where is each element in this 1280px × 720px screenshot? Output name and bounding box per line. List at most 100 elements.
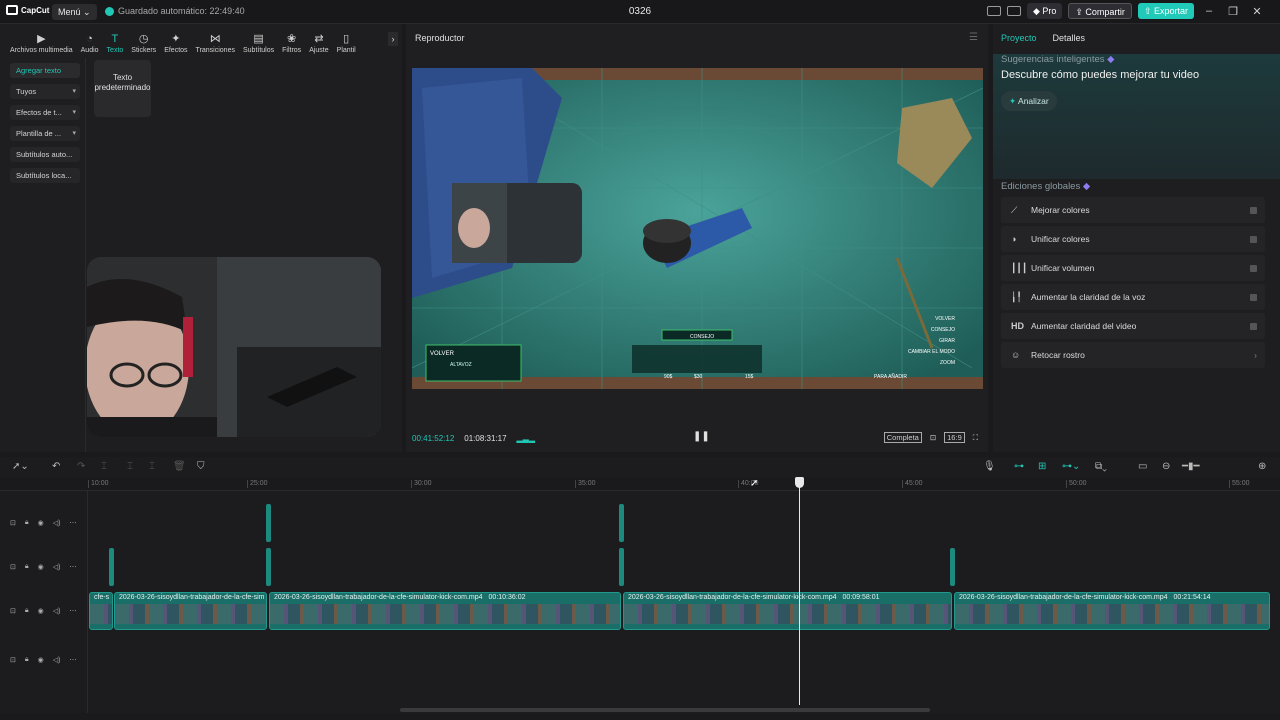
more-icon[interactable]: ⋯ (69, 519, 76, 527)
minimize-icon[interactable]: – (1200, 5, 1218, 17)
delete-icon[interactable]: 🗑 (173, 457, 186, 477)
speaker-icon[interactable]: ◁) (53, 519, 61, 527)
close-icon[interactable]: ✕ (1248, 5, 1266, 18)
marker-icon[interactable]: ⛉ (197, 457, 205, 477)
tool-subtitles[interactable]: ▤ Subtítulos (239, 26, 278, 54)
eye-icon[interactable]: ◉ (38, 607, 44, 615)
export-button[interactable]: ⇧ Exportar (1137, 3, 1194, 19)
nav-add-text[interactable]: Agregar texto (10, 63, 80, 78)
lock-icon[interactable]: 🔒︎ (25, 656, 29, 664)
unify-colors-item[interactable]: ◑ Unificar colores (1001, 226, 1265, 252)
overlay-segment[interactable] (619, 548, 624, 586)
tool-stickers[interactable]: ◷ Stickers (127, 26, 160, 54)
overlay-segment[interactable] (266, 504, 271, 542)
tool-templates[interactable]: ▯ Plantil (333, 26, 360, 54)
select-tool-icon[interactable]: ➚⌄ (12, 457, 29, 477)
zoom-slider[interactable]: ━▮━ (1182, 457, 1200, 477)
restore-icon[interactable]: ❐ (1224, 5, 1242, 18)
fit-icon[interactable]: ⊡ (930, 433, 936, 442)
tab-details[interactable]: Detalles (1053, 33, 1086, 43)
playhead-handle[interactable] (795, 477, 804, 488)
speaker-icon[interactable]: ◁) (53, 656, 61, 664)
eye-icon[interactable]: ◉ (38, 519, 44, 527)
lock-icon[interactable]: 🔒︎ (25, 563, 29, 571)
more-icon[interactable]: ⋯ (69, 563, 76, 571)
undo-icon[interactable]: ↶ (52, 457, 60, 477)
game-frame: VOLVER ALTAVOZ CONSEJO 90$ $30 15$ VOLVE… (412, 68, 983, 389)
speaker-icon[interactable]: ◁) (53, 563, 61, 571)
shortcuts-icon[interactable] (1006, 6, 1021, 16)
nav-local-subtitles[interactable]: Subtítulos loca... (10, 168, 80, 183)
share-button[interactable]: ⇪ Compartir (1068, 3, 1132, 19)
split-right-icon[interactable]: ⌶ (149, 457, 155, 477)
timeline-scrollbar[interactable] (400, 708, 930, 712)
ratio-button[interactable]: 16:9 (944, 432, 965, 443)
lock-icon[interactable]: 🔒︎ (25, 519, 29, 527)
playhead[interactable] (799, 477, 800, 705)
fullscreen-icon[interactable]: ⛶ (973, 433, 978, 443)
overlay-segment[interactable] (266, 548, 271, 586)
speaker-icon[interactable]: ◁) (53, 607, 61, 615)
magnet-icon[interactable]: ⊞ (1038, 457, 1046, 477)
zoom-in-icon[interactable]: ⊕ (1258, 457, 1266, 477)
enhance-colors-item[interactable]: ⟋ Mejorar colores (1001, 197, 1265, 223)
layout-icon[interactable] (986, 6, 1001, 16)
split-icon[interactable]: ⌶ (101, 457, 107, 477)
nav-text-effects[interactable]: Efectos de t... ▾ (10, 105, 80, 120)
voice-clarity-item[interactable]: ╽╿ Aumentar la claridad de la voz (1001, 284, 1265, 310)
toggle-icon[interactable] (1250, 207, 1257, 214)
player-menu-icon[interactable]: ☰ (969, 32, 978, 43)
face-retouch-item[interactable]: ☺ Retocar rostro › (1001, 342, 1265, 368)
tab-project[interactable]: Proyecto (1001, 33, 1037, 43)
default-text-card[interactable]: Texto predeterminado (94, 60, 151, 117)
more-icon[interactable]: ⋯ (69, 656, 76, 664)
caption-icon[interactable]: ▭ (1138, 457, 1147, 477)
toggle-icon[interactable] (1250, 323, 1257, 330)
unify-volume-item[interactable]: ┃┃┃ Unificar volumen (1001, 255, 1265, 281)
pro-button[interactable]: ◆ Pro (1026, 3, 1063, 19)
nav-auto-subtitles[interactable]: Subtítulos auto... (10, 147, 80, 162)
tool-effects[interactable]: ✦ Efectos (160, 26, 191, 54)
microphone-icon[interactable]: 🎙 (983, 457, 996, 477)
video-clarity-item[interactable]: HD Aumentar claridad del video (1001, 313, 1265, 339)
eye-icon[interactable]: ◉ (38, 656, 44, 664)
preview-axis-icon[interactable]: ⧉⌄ (1095, 457, 1107, 477)
overlay-segment[interactable] (950, 548, 955, 586)
tool-transitions[interactable]: ⋈ Transiciones (192, 26, 239, 54)
split-left-icon[interactable]: ⌶ (127, 457, 133, 477)
video-clip[interactable]: 2026-03-26-sisoydllan-trabajador-de-la-c… (954, 592, 1270, 630)
time-ruler[interactable]: 10:00 25:00 30:00 35:00 40:00 45:00 50:0… (0, 477, 1280, 491)
nav-yours[interactable]: Tuyos ▾ (10, 84, 80, 99)
eye-icon[interactable]: ◉ (38, 563, 44, 571)
redo-icon[interactable]: ↷ (77, 457, 85, 477)
tool-text[interactable]: T Texto (103, 26, 128, 54)
tool-audio[interactable]: ◔ Audio (77, 26, 103, 54)
ruler-tick: 35:00 (575, 480, 596, 488)
tool-filters[interactable]: ❀ Filtros (278, 26, 305, 54)
quality-button[interactable]: Completa (883, 432, 922, 443)
zoom-out-icon[interactable]: ⊖ (1162, 457, 1170, 477)
window-controls: ◆ Pro ⇪ Compartir ⇧ Exportar – ❐ ✕ (986, 3, 1280, 19)
pause-button[interactable]: ❚❚ (693, 431, 710, 442)
video-clip[interactable]: 2026-03-26-sisoydllan-trabajador-de-la-c… (114, 592, 267, 630)
menu-button[interactable]: Menú ⌄ (52, 4, 97, 20)
link-icon[interactable]: ⊶⌄ (1062, 457, 1080, 477)
nav-text-templates[interactable]: Plantilla de ... ▾ (10, 126, 80, 141)
toggle-icon[interactable] (1250, 236, 1257, 243)
link-main-track-icon[interactable]: ⊶ (1014, 457, 1024, 477)
overlay-segment[interactable] (619, 504, 624, 542)
video-clip[interactable]: 2026-03-26-sisoydllan-trabajador-de-la-c… (269, 592, 621, 630)
tools-more-chevron-icon[interactable]: › (388, 32, 398, 46)
video-clip[interactable]: 2026-03-26-sisoydllan-trabajador-de-la-c… (623, 592, 952, 630)
toggle-icon[interactable] (1250, 265, 1257, 272)
more-icon[interactable]: ⋯ (69, 607, 76, 615)
lock-icon[interactable]: 🔒︎ (25, 607, 29, 615)
video-preview[interactable]: VOLVER ALTAVOZ CONSEJO 90$ $30 15$ VOLVE… (412, 68, 983, 389)
tool-media[interactable]: ▶ Archivos multimedia (6, 26, 77, 54)
autosave-icon (105, 6, 114, 16)
overlay-segment[interactable] (109, 548, 114, 586)
tool-adjust[interactable]: ⇄ Ajuste (305, 26, 332, 54)
toggle-icon[interactable] (1250, 294, 1257, 301)
video-clip[interactable]: cfe-s (89, 592, 113, 630)
analyze-button[interactable]: ✦ Analizar (1001, 91, 1057, 111)
